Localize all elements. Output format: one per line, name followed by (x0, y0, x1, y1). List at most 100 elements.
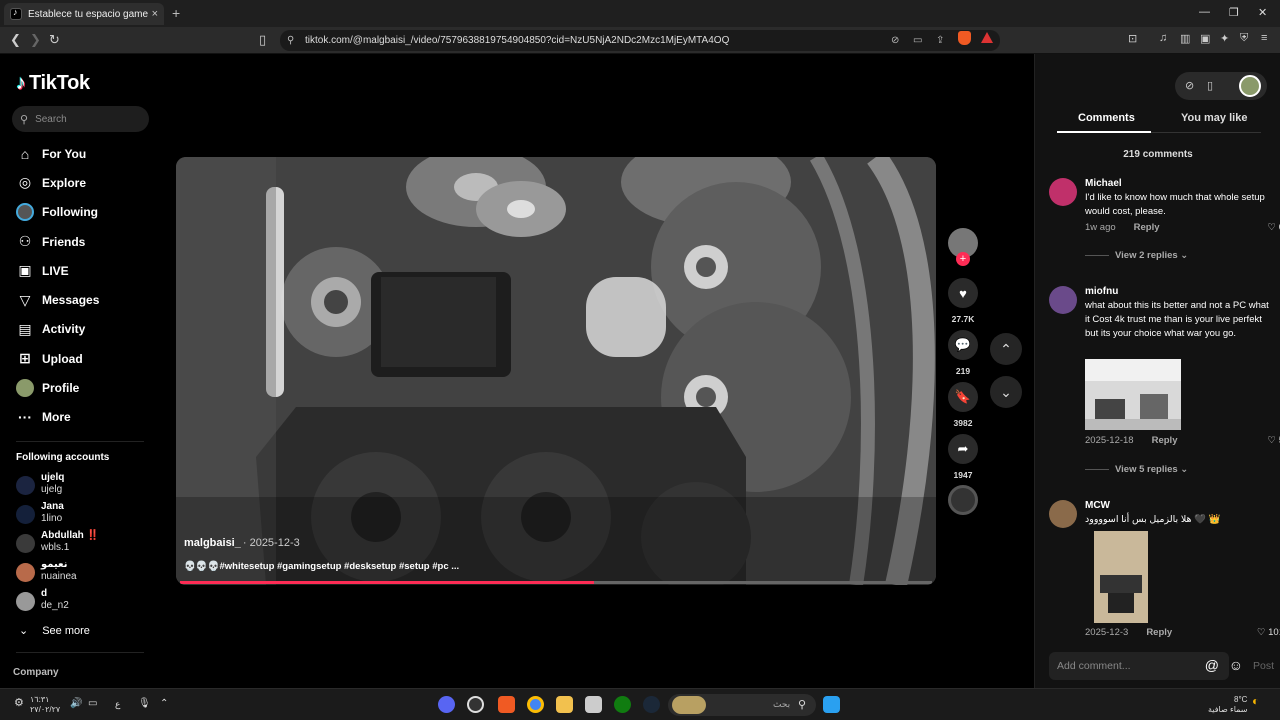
browser-tab[interactable]: Establece tu espacio gamer ide × (4, 3, 164, 25)
author-name[interactable]: malgbaisi_ (184, 537, 241, 549)
maximize-icon[interactable]: ❐ (1229, 6, 1239, 19)
clock-time[interactable]: ١٦:٣١ (30, 695, 49, 704)
nav-item-following[interactable]: Following (16, 198, 156, 227)
volume-icon[interactable]: 🔊 (70, 699, 82, 709)
comment-like[interactable]: ♡ 5 (1268, 435, 1280, 446)
post-button[interactable]: Post (1253, 660, 1274, 672)
brave-shields-icon[interactable] (958, 31, 971, 45)
file-explorer-icon[interactable] (556, 696, 573, 713)
reply-button[interactable]: Reply (1134, 222, 1160, 233)
nav-item-messages[interactable]: ▽ Messages (16, 285, 156, 314)
share-button[interactable]: ➦ (948, 434, 978, 464)
nav-item-friends[interactable]: ⚇ Friends (16, 227, 156, 256)
mention-icon[interactable]: @ (1205, 657, 1219, 673)
coins-icon[interactable]: ⊘ (1185, 79, 1194, 92)
address-bar[interactable]: ⚲ tiktok.com/@malgbaisi_/video/757963881… (280, 30, 1000, 51)
input-language[interactable]: ع (115, 700, 120, 709)
tab-comments[interactable]: Comments (1078, 112, 1135, 124)
tray-chevron-icon[interactable]: ⌃ (160, 699, 168, 709)
comment-user[interactable]: miofnu (1085, 286, 1118, 297)
network-icon[interactable]: ▭ (88, 699, 97, 709)
comment-like[interactable]: ♡ 0 (1268, 222, 1280, 233)
comment-image[interactable] (1085, 359, 1181, 430)
reload-icon[interactable]: ↻ (49, 32, 60, 48)
nav-item-live[interactable]: ▣ LIVE (16, 256, 156, 285)
comment-user[interactable]: MCW (1085, 500, 1110, 511)
nav-item-activity[interactable]: ▤ Activity (16, 315, 156, 344)
comment-like[interactable]: ♡ 101 (1257, 627, 1280, 638)
nav-item-upload[interactable]: ⊞ Upload (16, 344, 156, 373)
cast-icon[interactable]: ▭ (913, 35, 922, 46)
comment-image[interactable] (1094, 531, 1148, 623)
taskbar-search[interactable]: بحث ⚲ (668, 694, 816, 716)
video-description[interactable]: 💀💀💀#whitesetup #gamingsetup #desksetup #… (184, 561, 459, 572)
user-avatar[interactable] (1239, 75, 1261, 97)
company-link[interactable]: Company (13, 667, 59, 678)
url-text[interactable]: tiktok.com/@malgbaisi_/video/75796388197… (305, 35, 729, 46)
brave-rewards-icon[interactable] (981, 32, 993, 43)
save-button[interactable]: 🔖 (948, 382, 978, 412)
menu-icon[interactable]: ≡ (1261, 32, 1267, 44)
search-input[interactable] (35, 113, 136, 125)
new-tab-button[interactable]: + (172, 5, 180, 21)
video-author[interactable]: malgbaisi_ · 2025-12-3 (184, 537, 300, 549)
avatar[interactable] (1049, 500, 1077, 528)
app-icon[interactable] (467, 696, 484, 713)
following-account[interactable]: Abdullah ‼️ wbls.1 (16, 530, 156, 559)
following-account[interactable]: نعيمو nuainea (16, 559, 156, 588)
weather-temp[interactable]: 8°C (1234, 695, 1247, 704)
steam-icon[interactable] (643, 696, 660, 713)
comment-button[interactable]: 💬 (948, 330, 978, 360)
nav-item-profile[interactable]: Profile (16, 373, 156, 402)
no-audio-icon[interactable]: ⊘ (891, 35, 899, 46)
bookmark-icon[interactable]: ▯ (259, 32, 266, 48)
share-icon[interactable]: ⇪ (936, 35, 944, 46)
tab-you-may-like[interactable]: You may like (1181, 112, 1247, 124)
clock-date[interactable]: ٢٧/٠٢/٢٧ (30, 705, 60, 714)
previous-video-button[interactable]: ⌃ (990, 333, 1022, 365)
following-account[interactable]: d de_n2 (16, 588, 156, 617)
follow-button[interactable]: + (956, 252, 970, 266)
screenshot-icon[interactable]: ⊡ (1128, 32, 1137, 45)
microphone-icon[interactable]: 🎙 (138, 699, 151, 709)
xbox-icon[interactable] (614, 696, 631, 713)
video-progress-bar[interactable] (180, 581, 932, 584)
window-close-icon[interactable]: ✕ (1258, 6, 1267, 19)
tiktok-logo[interactable]: ♪ TikTok (16, 72, 90, 95)
weather-desc[interactable]: سماء صافية (1208, 705, 1248, 714)
vpn-icon[interactable]: ⛨ (1240, 32, 1248, 45)
reply-button[interactable]: Reply (1152, 435, 1178, 446)
site-info-icon[interactable]: ⚲ (287, 35, 294, 46)
add-comment-field[interactable]: Add comment... @ ☺ (1049, 652, 1243, 680)
discord-icon[interactable] (438, 696, 455, 713)
nav-item-more[interactable]: ··· More (16, 403, 156, 432)
like-button[interactable]: ♥ (948, 278, 978, 308)
forward-icon[interactable]: ❯ (30, 32, 41, 48)
view-replies-button[interactable]: View 5 replies ⌄ (1085, 464, 1188, 475)
start-button-icon[interactable] (823, 696, 840, 713)
store-icon[interactable] (585, 696, 602, 713)
reply-button[interactable]: Reply (1146, 627, 1172, 638)
media-icon[interactable]: ♫ (1159, 32, 1167, 44)
following-account[interactable]: ujelq ujelg (16, 472, 156, 501)
settings-gear-icon[interactable]: ⚙ (14, 698, 24, 709)
tab-close-button[interactable]: × (152, 8, 158, 20)
next-video-button[interactable]: ⌄ (990, 376, 1022, 408)
search-box[interactable]: ⚲ (12, 106, 149, 132)
weather-moon-icon[interactable]: ◐ (1252, 695, 1259, 707)
avatar[interactable] (1049, 178, 1077, 206)
emoji-icon[interactable]: ☺ (1229, 657, 1243, 673)
device-icon[interactable]: ▯ (1207, 79, 1213, 92)
wallet-icon[interactable]: ▣ (1200, 32, 1210, 45)
back-icon[interactable]: ❮ (10, 32, 21, 48)
see-more-button[interactable]: ⌄ See more (19, 624, 90, 637)
nav-item-explore[interactable]: ◎ Explore (16, 168, 156, 197)
view-replies-button[interactable]: View 2 replies ⌄ (1085, 250, 1188, 261)
sidebar-icon[interactable]: ▥ (1180, 32, 1190, 45)
comment-user[interactable]: Michael (1085, 178, 1122, 189)
following-account[interactable]: Jana 1lino (16, 501, 156, 530)
nav-item-for-you[interactable]: ⌂ For You (16, 139, 156, 168)
video-player[interactable]: malgbaisi_ · 2025-12-3 💀💀💀#whitesetup #ga… (176, 157, 936, 585)
music-disc-icon[interactable] (948, 485, 978, 515)
chrome-icon[interactable] (527, 696, 544, 713)
